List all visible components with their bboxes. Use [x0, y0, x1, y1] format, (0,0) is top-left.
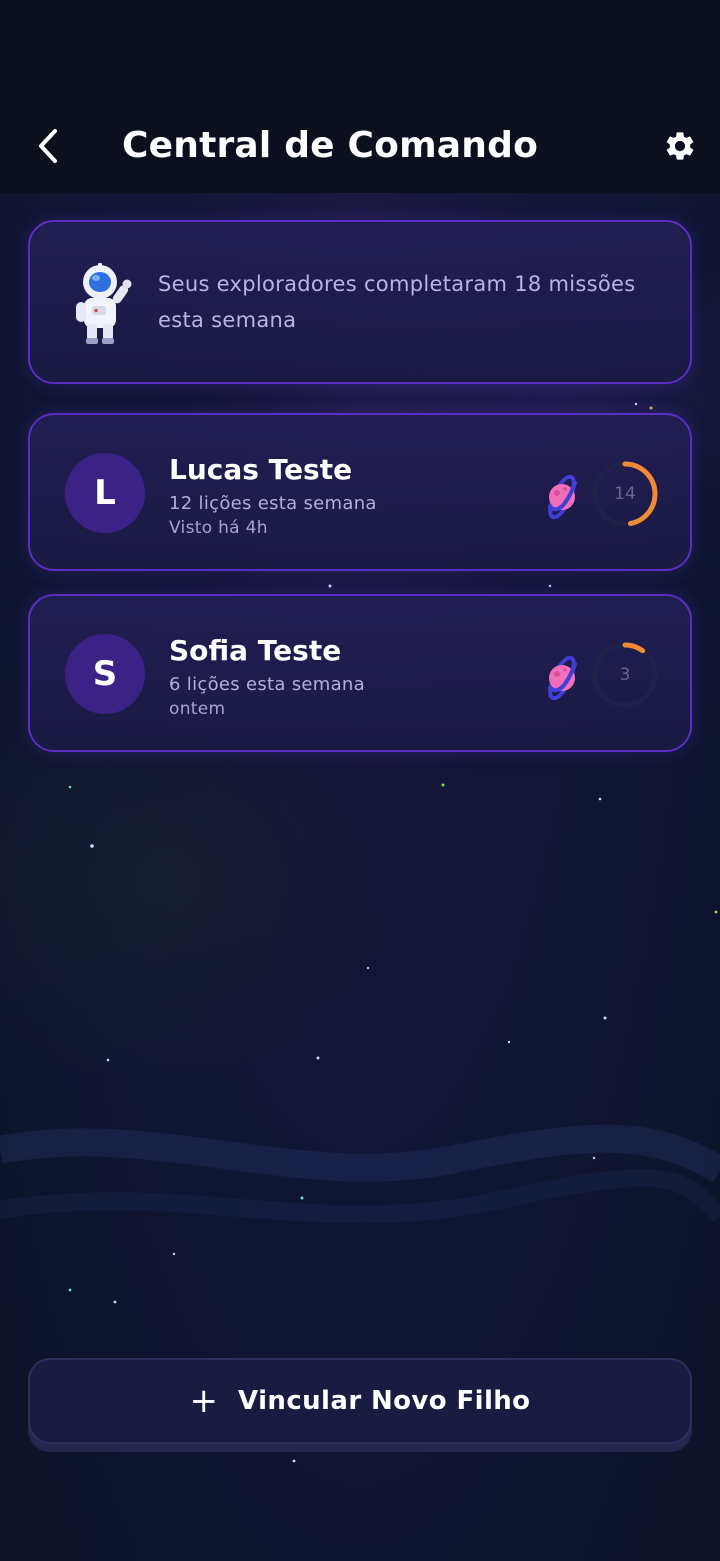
child-name: Lucas Teste [169, 453, 353, 486]
planet-icon [548, 474, 577, 520]
child-weekly-lessons: 12 lições esta semana [169, 493, 377, 514]
gear-icon [666, 132, 694, 160]
child-name: Sofia Teste [169, 634, 342, 667]
child-card-lucas[interactable]: L Lucas Teste 12 lições esta semana Vist… [28, 413, 692, 571]
avatar: S [65, 634, 145, 714]
link-new-child-button[interactable]: + Vincular Novo Filho [28, 1358, 692, 1444]
child-card-sofia[interactable]: S Sofia Teste 6 lições esta semana ontem… [28, 594, 692, 752]
link-new-child-label: Vincular Novo Filho [238, 1386, 531, 1416]
top-app-bar: Central de Comando [0, 0, 720, 193]
child-last-seen: Visto há 4h [169, 518, 268, 538]
back-button[interactable] [28, 122, 68, 170]
planet-icon [548, 655, 577, 701]
settings-button[interactable] [658, 124, 702, 168]
plus-icon: + [189, 1381, 219, 1421]
page-title: Central de Comando [122, 125, 539, 166]
child-last-seen: ontem [169, 699, 226, 719]
child-weekly-lessons: 6 lições esta semana [169, 674, 365, 695]
chevron-left-icon [39, 129, 57, 163]
progress-ring-value: 14 [614, 484, 636, 504]
weekly-summary-text: Seus exploradores completaram 18 missões… [158, 272, 636, 332]
astronaut-icon [76, 263, 132, 344]
progress-ring-value: 3 [619, 665, 631, 685]
weekly-summary-card: Seus exploradores completaram 18 missões… [28, 220, 692, 384]
avatar: L [65, 453, 145, 533]
